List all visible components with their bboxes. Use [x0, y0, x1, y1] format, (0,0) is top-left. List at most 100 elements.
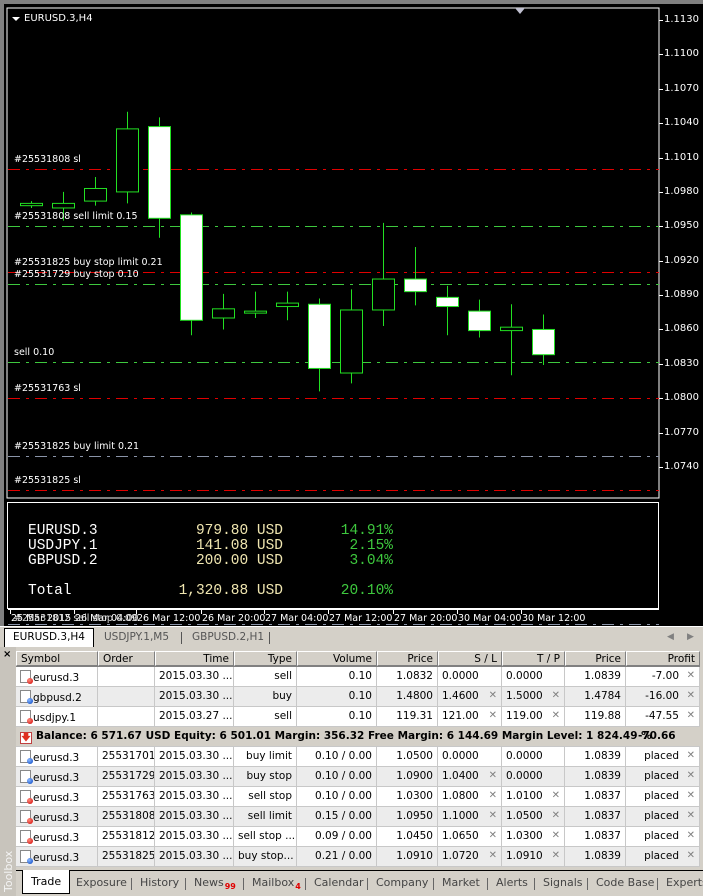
toolbox-tab-calendar[interactable]: Calendar — [314, 876, 363, 889]
profit-cell[interactable]: placed ✕ — [626, 767, 700, 786]
close-order-icon[interactable]: ✕ — [687, 830, 695, 841]
stop-loss-cell[interactable]: 0.0000 — [438, 667, 502, 686]
stop-loss-cell[interactable]: 1.0650 ✕ — [438, 827, 502, 846]
table-row[interactable]: eurusd.3 25531701 2015.03.30 ... buy limit 0… — [16, 747, 700, 767]
type-cell[interactable]: sell — [234, 707, 297, 726]
type-cell[interactable]: sell — [234, 667, 297, 686]
remove-level-icon[interactable]: ✕ — [552, 810, 560, 821]
volume-cell[interactable]: 0.10 / 0.00 — [297, 747, 377, 766]
take-profit-cell[interactable]: 0.0000 — [502, 667, 565, 686]
order-cell[interactable]: 25531701 — [98, 747, 155, 766]
remove-level-icon[interactable]: ✕ — [489, 830, 497, 841]
order-cell[interactable] — [98, 707, 155, 726]
table-row[interactable]: eurusd.3 2015.03.30 ... sell 0.10 1.0832 0.00… — [16, 667, 700, 687]
type-cell[interactable]: buy stop — [234, 767, 297, 786]
volume-cell[interactable]: 0.10 — [297, 667, 377, 686]
profit-cell[interactable]: -7.00 ✕ — [626, 667, 700, 686]
take-profit-cell[interactable]: 1.5000 ✕ — [502, 687, 565, 706]
take-profit-cell[interactable]: 0.0000 — [502, 767, 565, 786]
remove-level-icon[interactable]: ✕ — [489, 790, 497, 801]
column-header-order[interactable]: Order — [98, 651, 155, 666]
column-header-tp[interactable]: T / P — [502, 651, 565, 666]
toolbox-tab-news[interactable]: News99 — [194, 876, 236, 891]
take-profit-cell[interactable]: 1.0910 ✕ — [502, 847, 565, 866]
toolbox-tab-mailbox[interactable]: Mailbox4 — [252, 876, 301, 891]
chart-tab-eurusd[interactable]: EURUSD.3,H4 — [4, 628, 94, 647]
price-cell[interactable]: 1.0832 — [377, 667, 438, 686]
remove-level-icon[interactable]: ✕ — [489, 850, 497, 861]
take-profit-cell[interactable]: 1.0100 ✕ — [502, 787, 565, 806]
chart-tab-gbpusd[interactable]: GBPUSD.2,H1 — [184, 629, 272, 646]
table-row[interactable]: eurusd.3 25531729 2015.03.30 ... buy stop 0.… — [16, 767, 700, 787]
close-order-icon[interactable]: ✕ — [687, 710, 695, 721]
column-header-type[interactable]: Type — [234, 651, 297, 666]
take-profit-cell[interactable]: 1.0300 ✕ — [502, 827, 565, 846]
volume-cell[interactable]: 0.15 / 0.00 — [297, 807, 377, 826]
close-order-icon[interactable]: ✕ — [687, 670, 695, 681]
current-price-cell[interactable]: 1.4784 — [565, 687, 626, 706]
volume-cell[interactable]: 0.21 / 0.00 — [297, 847, 377, 866]
stop-loss-cell[interactable]: 121.00 ✕ — [438, 707, 502, 726]
order-cell[interactable] — [98, 667, 155, 686]
column-header-volume[interactable]: Volume — [297, 651, 377, 666]
order-cell[interactable]: 25531808 — [98, 807, 155, 826]
symbol-cell[interactable]: gbpusd.2 — [16, 687, 98, 706]
chart-window[interactable]: EURUSD.3,H4 1.1130 1.1100 1.1070 1.1040 1.10… — [0, 0, 703, 626]
current-price-cell[interactable]: 1.0839 — [565, 847, 626, 866]
price-cell[interactable]: 1.0500 — [377, 747, 438, 766]
chart-shift-marker-icon[interactable] — [515, 8, 525, 14]
order-cell[interactable]: 25531812 — [98, 827, 155, 846]
symbol-cell[interactable]: eurusd.3 — [16, 827, 98, 846]
time-cell[interactable]: 2015.03.30 ... — [155, 787, 234, 806]
take-profit-cell[interactable]: 1.0500 ✕ — [502, 807, 565, 826]
time-cell[interactable]: 2015.03.30 ... — [155, 767, 234, 786]
type-cell[interactable]: sell stop ... — [234, 827, 297, 846]
type-cell[interactable]: sell limit — [234, 807, 297, 826]
type-cell[interactable]: buy limit — [234, 747, 297, 766]
order-cell[interactable]: 25531729 — [98, 767, 155, 786]
volume-cell[interactable]: 0.10 / 0.00 — [297, 767, 377, 786]
profit-cell[interactable]: placed ✕ — [626, 827, 700, 846]
close-order-icon[interactable]: ✕ — [687, 850, 695, 861]
profit-cell[interactable]: placed ✕ — [626, 847, 700, 866]
profit-cell[interactable]: -16.00 ✕ — [626, 687, 700, 706]
profit-cell[interactable]: placed ✕ — [626, 787, 700, 806]
profit-cell[interactable]: -47.55 ✕ — [626, 707, 700, 726]
symbol-cell[interactable]: usdjpy.1 — [16, 707, 98, 726]
type-cell[interactable]: buy — [234, 687, 297, 706]
current-price-cell[interactable]: 1.0839 — [565, 747, 626, 766]
order-cell[interactable]: 25531825 — [98, 847, 155, 866]
remove-level-icon[interactable]: ✕ — [489, 690, 497, 701]
stop-loss-cell[interactable]: 0.0000 — [438, 747, 502, 766]
profit-cell[interactable]: placed ✕ — [626, 807, 700, 826]
current-price-cell[interactable]: 1.0839 — [565, 667, 626, 686]
remove-level-icon[interactable]: ✕ — [489, 710, 497, 721]
chart-tab-usdjpy[interactable]: USDJPY.1,M5 — [96, 629, 177, 646]
toolbox-tab-market[interactable]: Market — [442, 876, 480, 889]
stop-loss-cell[interactable]: 1.1000 ✕ — [438, 807, 502, 826]
toolbox-tab-company[interactable]: Company — [376, 876, 428, 889]
toolbox-tab-alerts[interactable]: Alerts — [496, 876, 528, 889]
stop-loss-cell[interactable]: 1.0720 ✕ — [438, 847, 502, 866]
current-price-cell[interactable]: 1.0837 — [565, 807, 626, 826]
symbol-cell[interactable]: eurusd.3 — [16, 787, 98, 806]
order-cell[interactable] — [98, 687, 155, 706]
time-cell[interactable]: 2015.03.27 ... — [155, 707, 234, 726]
toolbox-tab-history[interactable]: History — [140, 876, 179, 889]
symbol-cell[interactable]: eurusd.3 — [16, 747, 98, 766]
volume-cell[interactable]: 0.10 — [297, 707, 377, 726]
table-row[interactable]: eurusd.3 25531763 2015.03.30 ... sell stop 0… — [16, 787, 700, 807]
dropdown-triangle-icon[interactable] — [12, 16, 20, 21]
close-order-icon[interactable]: ✕ — [687, 690, 695, 701]
volume-cell[interactable]: 0.09 / 0.00 — [297, 827, 377, 846]
column-header-symbol[interactable]: Symbol — [16, 651, 98, 666]
column-header-current-price[interactable]: Price — [565, 651, 626, 666]
close-order-icon[interactable]: ✕ — [687, 750, 695, 761]
current-price-cell[interactable]: 119.88 — [565, 707, 626, 726]
chart-title[interactable]: EURUSD.3,H4 — [12, 13, 93, 24]
column-header-profit[interactable]: Profit — [626, 651, 700, 666]
remove-level-icon[interactable]: ✕ — [552, 690, 560, 701]
column-header-time[interactable]: Time — [155, 651, 234, 666]
stop-loss-cell[interactable]: 1.0800 ✕ — [438, 787, 502, 806]
remove-level-icon[interactable]: ✕ — [552, 850, 560, 861]
